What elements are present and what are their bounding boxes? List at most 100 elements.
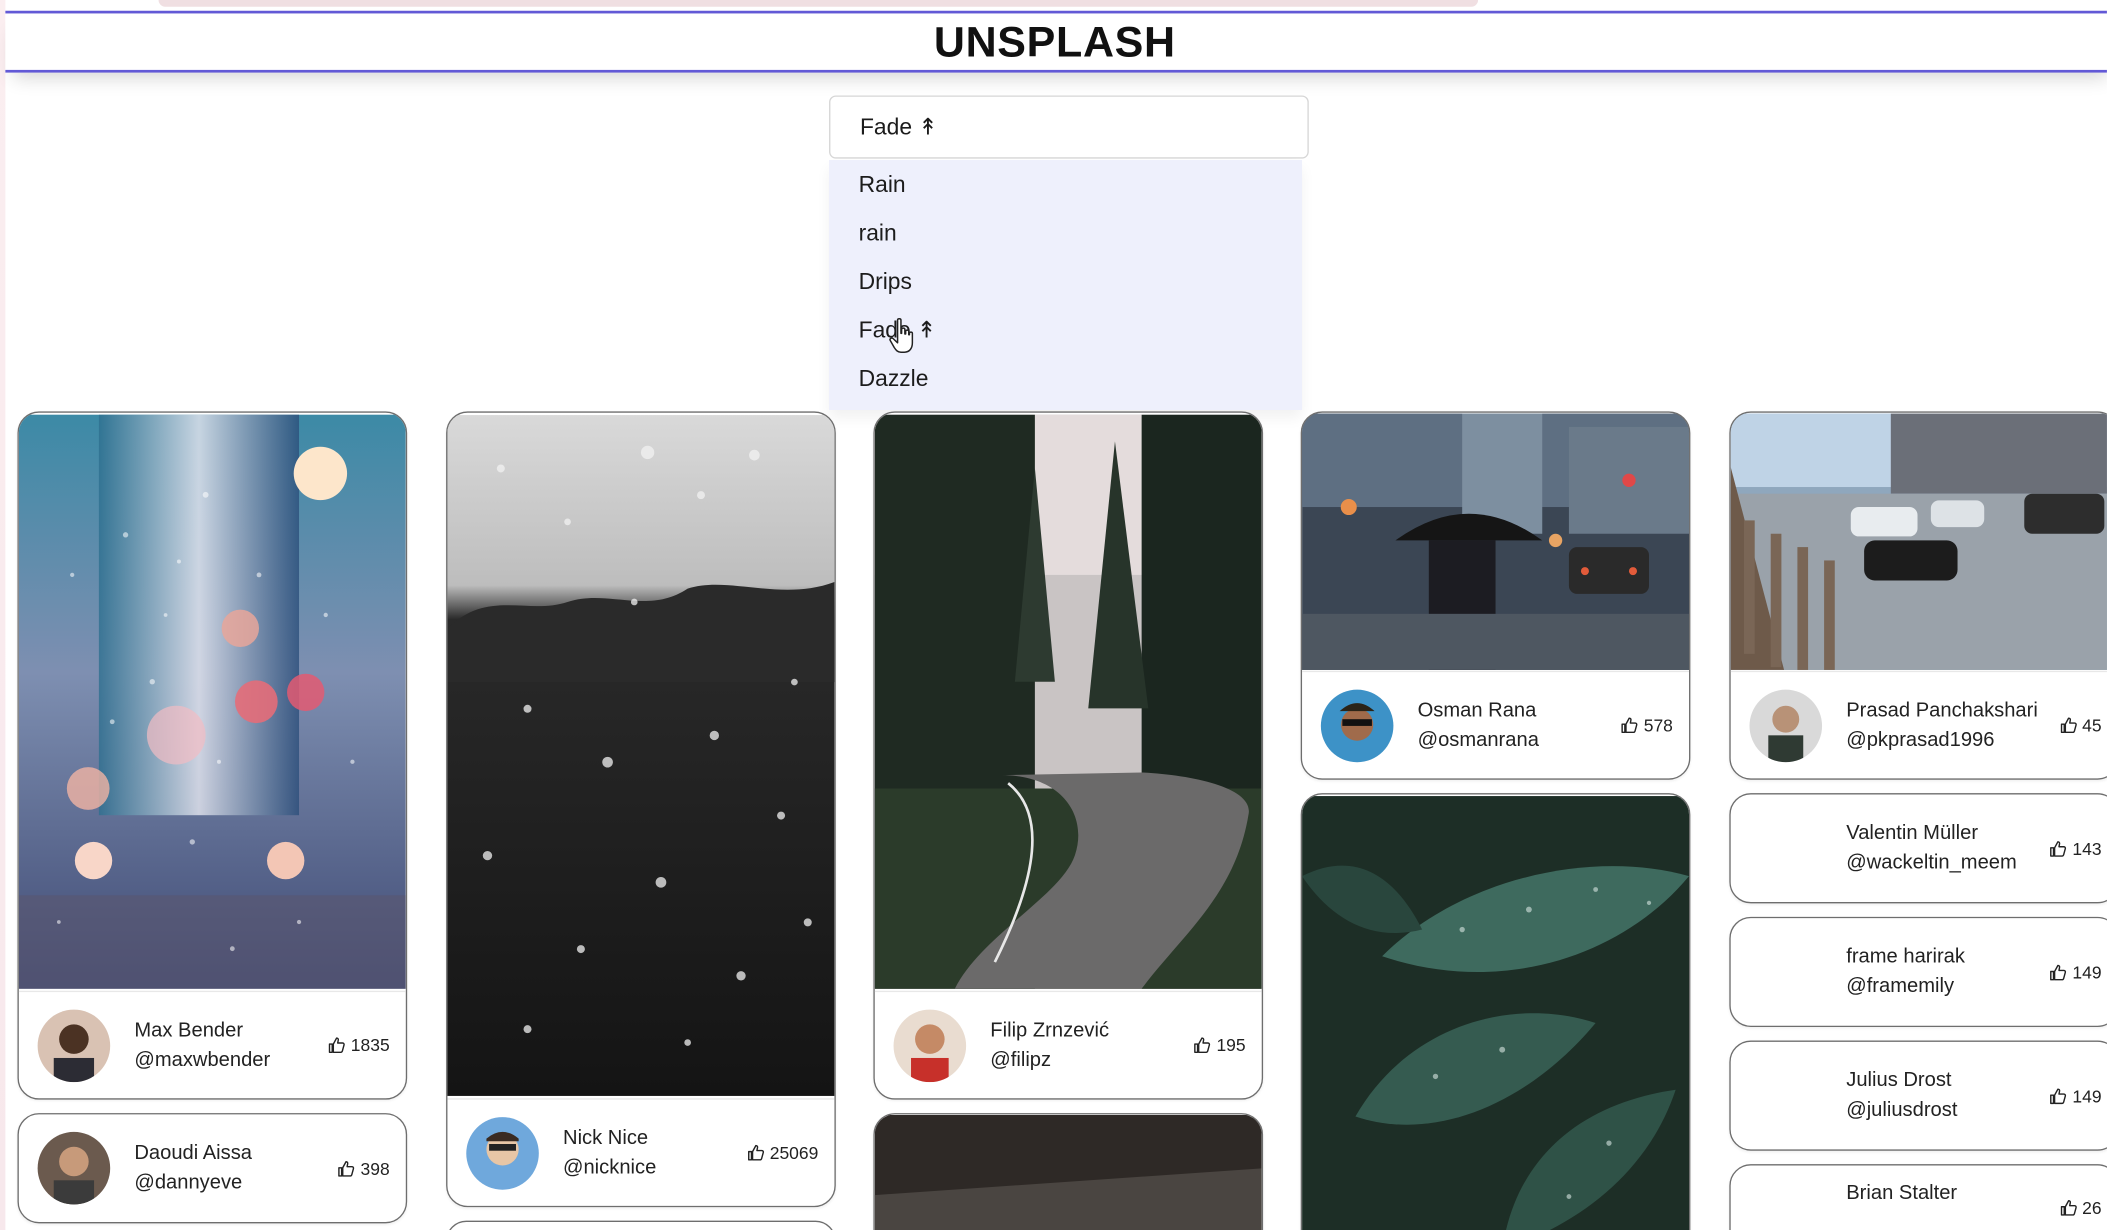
author-name: Max Bender: [134, 1018, 244, 1042]
author-name: Brian Stalter: [1846, 1181, 1958, 1205]
window-edge: [0, 0, 6, 1230]
avatar[interactable]: [1749, 812, 1822, 885]
avatar[interactable]: [37, 1131, 111, 1205]
like-count[interactable]: 143: [2050, 838, 2102, 858]
thumbs-up-icon: [1194, 1037, 1211, 1054]
photo-city-rain-umbrella[interactable]: [1302, 413, 1690, 671]
option-fade[interactable]: Fade ↟: [829, 307, 1302, 355]
photo-card[interactable]: Julius Drost @juliusdrost 149: [1729, 1040, 2107, 1151]
avatar[interactable]: [893, 1008, 967, 1082]
author-handle[interactable]: @nicknice: [563, 1153, 747, 1183]
like-count-value: 578: [1643, 715, 1673, 736]
like-count[interactable]: 149: [2050, 1086, 2102, 1106]
photo-author-info: Nick Nice @nicknice 25069: [447, 1098, 835, 1206]
author-name: Filip Zrnzević: [990, 1018, 1110, 1042]
photo-author-info: Valentin Müller @wackeltin_meem 143: [1731, 794, 2107, 902]
author-name: frame harirak: [1846, 945, 1965, 968]
photo-card[interactable]: Filip Zrnzević @filipz 195: [873, 411, 1264, 1100]
author-name: Valentin Müller: [1846, 821, 1979, 845]
photo-author-info: Prasad Panchakshari @pkprasad1996 45: [1730, 670, 2107, 779]
avatar[interactable]: [1749, 1059, 1822, 1132]
like-count[interactable]: 1835: [328, 1035, 390, 1055]
photo-forest-road[interactable]: [874, 413, 1262, 991]
avatar[interactable]: [1749, 936, 1822, 1009]
photo-column-1: Max Bender @maxwbender 1835 Daoudi Aissa…: [17, 411, 408, 1230]
option-rain-lowercase[interactable]: rain: [829, 210, 1302, 258]
thumbs-up-icon: [2060, 1200, 2077, 1216]
photo-card[interactable]: [873, 1113, 1264, 1230]
photo-traffic-bridge[interactable]: [1730, 413, 2107, 671]
author-name: Osman Rana: [1417, 698, 1537, 722]
photo-card[interactable]: Max Bender @maxwbender 1835: [17, 411, 408, 1100]
like-count[interactable]: 578: [1621, 715, 1673, 735]
photo-wet-leaves[interactable]: [1302, 794, 1690, 1230]
author-name: Nick Nice: [563, 1125, 649, 1149]
author-handle[interactable]: @osmanrana: [1418, 725, 1621, 755]
app-header: UNSPLASH: [5, 10, 2107, 73]
avatar[interactable]: [1749, 1179, 1822, 1230]
search-select[interactable]: Fade ↟ Rain rain Drips Fade ↟ Dazzle: [829, 95, 1309, 411]
avatar[interactable]: [37, 1008, 111, 1082]
like-count-value: 45: [2082, 715, 2102, 736]
thumbs-up-icon: [2050, 840, 2067, 857]
like-count[interactable]: 398: [338, 1158, 390, 1178]
thumbs-up-icon: [2050, 964, 2067, 980]
photo-column-5: Prasad Panchakshari @pkprasad1996 45 Val…: [1729, 411, 2107, 1230]
thumbs-up-icon: [2060, 717, 2077, 734]
like-count-value: 398: [360, 1158, 390, 1179]
option-drips[interactable]: Drips: [829, 258, 1302, 306]
like-count-value: 1835: [350, 1035, 390, 1056]
photo-column-2: Nick Nice @nicknice 25069: [446, 411, 836, 1230]
author-handle[interactable]: @filipz: [990, 1045, 1193, 1075]
author-name: Daoudi Aissa: [134, 1141, 253, 1165]
browser-tab-strip: [158, 0, 1479, 7]
photo-author-info: Osman Rana @osmanrana 578: [1302, 670, 1690, 779]
option-dazzle[interactable]: Dazzle: [829, 355, 1302, 403]
author-handle[interactable]: @framemily: [1846, 972, 2049, 1002]
like-count[interactable]: 25069: [747, 1143, 818, 1163]
photo-column-3: Filip Zrnzević @filipz 195: [873, 411, 1264, 1230]
author-handle[interactable]: @pkprasad1996: [1846, 725, 2059, 755]
photo-author-info: Daoudi Aissa @dannyeve 398: [19, 1114, 406, 1222]
like-count[interactable]: 45: [2059, 715, 2102, 736]
like-count-value: 143: [2072, 838, 2102, 859]
thumbs-up-icon: [747, 1144, 764, 1161]
photo-dark-interior[interactable]: [874, 1114, 1262, 1230]
photo-card[interactable]: Brian Stalter 26: [1729, 1164, 2107, 1230]
photo-card[interactable]: Valentin Müller @wackeltin_meem 143: [1729, 793, 2107, 904]
like-count-value: 149: [2072, 961, 2102, 983]
photo-author-info: Filip Zrnzević @filipz 195: [874, 990, 1262, 1099]
photo-blurred-rain-window[interactable]: [18, 413, 406, 991]
app-title: UNSPLASH: [933, 16, 1176, 66]
like-count-value: 195: [1216, 1035, 1246, 1056]
avatar[interactable]: [466, 1116, 539, 1190]
photo-card[interactable]: Prasad Panchakshari @pkprasad1996 45: [1729, 411, 2107, 780]
photo-card[interactable]: [1300, 793, 1691, 1230]
photo-card[interactable]: Osman Rana @osmanrana 578: [1300, 411, 1691, 780]
author-handle[interactable]: @juliusdrost: [1846, 1096, 2049, 1126]
thumbs-up-icon: [328, 1037, 345, 1054]
like-count[interactable]: 195: [1194, 1035, 1246, 1055]
like-count-value: 149: [2072, 1085, 2102, 1106]
like-count-value: 25069: [769, 1142, 819, 1163]
photo-card[interactable]: [446, 1220, 836, 1230]
option-rain[interactable]: Rain: [829, 161, 1302, 209]
photo-card[interactable]: Daoudi Aissa @dannyeve 398: [17, 1113, 408, 1224]
select-current-value[interactable]: Fade ↟: [829, 95, 1309, 159]
author-handle[interactable]: @wackeltin_meem: [1846, 848, 2049, 878]
author-handle[interactable]: @dannyeve: [134, 1168, 337, 1198]
author-handle[interactable]: @maxwbender: [134, 1045, 328, 1075]
photo-card[interactable]: Nick Nice @nicknice 25069: [446, 411, 836, 1208]
like-count[interactable]: 149: [2050, 962, 2102, 982]
like-count[interactable]: 26: [2059, 1198, 2102, 1218]
photo-rain-drops-dark[interactable]: [447, 413, 835, 1099]
photo-author-info: Max Bender @maxwbender 1835: [18, 990, 406, 1099]
avatar[interactable]: [1749, 688, 1823, 762]
photo-author-info: Brian Stalter 26: [1731, 1166, 2107, 1230]
thumbs-up-icon: [2050, 1087, 2067, 1104]
photo-card[interactable]: frame harirak @framemily 149: [1729, 916, 2107, 1028]
author-name: Prasad Panchakshari: [1846, 698, 2038, 722]
select-options-menu: Rain rain Drips Fade ↟ Dazzle: [829, 159, 1303, 411]
thumbs-up-icon: [338, 1160, 355, 1177]
avatar[interactable]: [1320, 688, 1394, 762]
